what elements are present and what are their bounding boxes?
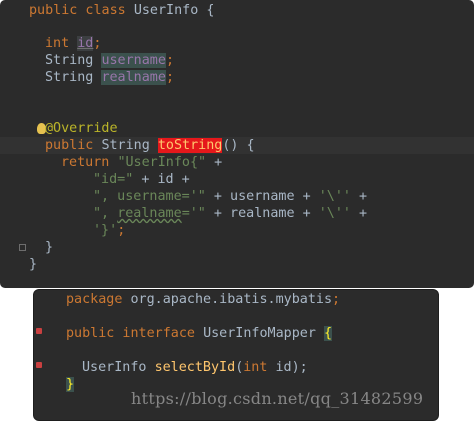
code-line-method-sig: public String toString() {: [0, 137, 474, 154]
interface-name: UserInfoMapper: [203, 326, 324, 341]
package-name: org.apache.ibatis.mybatis: [130, 292, 333, 307]
field-username[interactable]: username: [101, 53, 166, 68]
type-string: String: [45, 70, 102, 85]
type-string: String: [45, 53, 102, 68]
type-int: int: [45, 36, 78, 51]
code-line-package: package org.apache.ibatis.mybatis;: [66, 292, 341, 307]
code-line-method-select: UserInfo selectById(int id);: [82, 360, 308, 375]
code-line-field-username: String username;: [45, 53, 174, 68]
code-line-return: return "UserInfo{" +: [61, 155, 223, 170]
open-brace: {: [324, 326, 333, 341]
code-line-annotation: @Override: [0, 120, 474, 137]
method-tostring[interactable]: toString: [157, 138, 223, 153]
code-line-class-decl: public class UserInfo {: [0, 2, 474, 19]
code-line-interface-decl: public interface UserInfoMapper {: [66, 326, 333, 341]
code-line-realname-concat: ", realname='" + realname + '\'' +: [93, 206, 368, 221]
override-annotation: @Override: [45, 121, 118, 136]
field-realname[interactable]: realname: [101, 70, 166, 85]
keyword-public-class: public class: [29, 3, 134, 18]
code-line-username-concat: ", username='" + username + '\'' +: [93, 189, 368, 204]
code-line-close-string: '}';: [93, 223, 126, 238]
userinfo-editor-panel[interactable]: public class UserInfo { int id; String u…: [0, 0, 474, 288]
code-line-method-close: }: [45, 240, 54, 255]
code-line-id-concat: "id=" + id +: [93, 172, 190, 187]
code-line-field-id: int id;: [45, 36, 102, 51]
watermark-url: https://blog.csdn.net/qq_31482599: [131, 389, 424, 408]
class-name: UserInfo {: [133, 3, 215, 18]
method-selectbyid[interactable]: selectById: [155, 360, 236, 375]
field-id[interactable]: id: [77, 36, 94, 51]
code-line-field-realname: String realname;: [45, 70, 174, 85]
close-brace: }: [66, 377, 75, 392]
code-line-class-close: }: [29, 257, 38, 272]
